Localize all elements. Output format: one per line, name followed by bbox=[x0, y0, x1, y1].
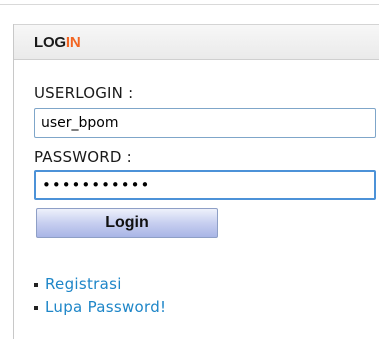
password-field[interactable] bbox=[34, 170, 376, 200]
panel-header: LOGIN bbox=[14, 24, 379, 60]
list-item: Lupa Password! bbox=[34, 295, 166, 318]
link-list: Registrasi Lupa Password! bbox=[34, 272, 166, 318]
list-item: Registrasi bbox=[34, 272, 166, 295]
bullet-icon bbox=[34, 305, 38, 310]
lupa-password-link[interactable]: Lupa Password! bbox=[45, 298, 166, 316]
login-button[interactable]: Login bbox=[36, 208, 218, 238]
userlogin-label: USERLOGIN : bbox=[34, 84, 134, 102]
registrasi-link[interactable]: Registrasi bbox=[45, 275, 122, 293]
top-divider bbox=[0, 4, 379, 5]
userlogin-field[interactable] bbox=[34, 108, 376, 138]
panel-title-accent: IN bbox=[65, 34, 81, 51]
panel-title: LOGIN bbox=[34, 34, 81, 51]
bullet-icon bbox=[34, 282, 38, 287]
panel-title-main: LOG bbox=[34, 34, 66, 51]
login-panel: LOGIN USERLOGIN : PASSWORD : Login Regis… bbox=[13, 24, 379, 339]
password-label: PASSWORD : bbox=[34, 148, 132, 166]
